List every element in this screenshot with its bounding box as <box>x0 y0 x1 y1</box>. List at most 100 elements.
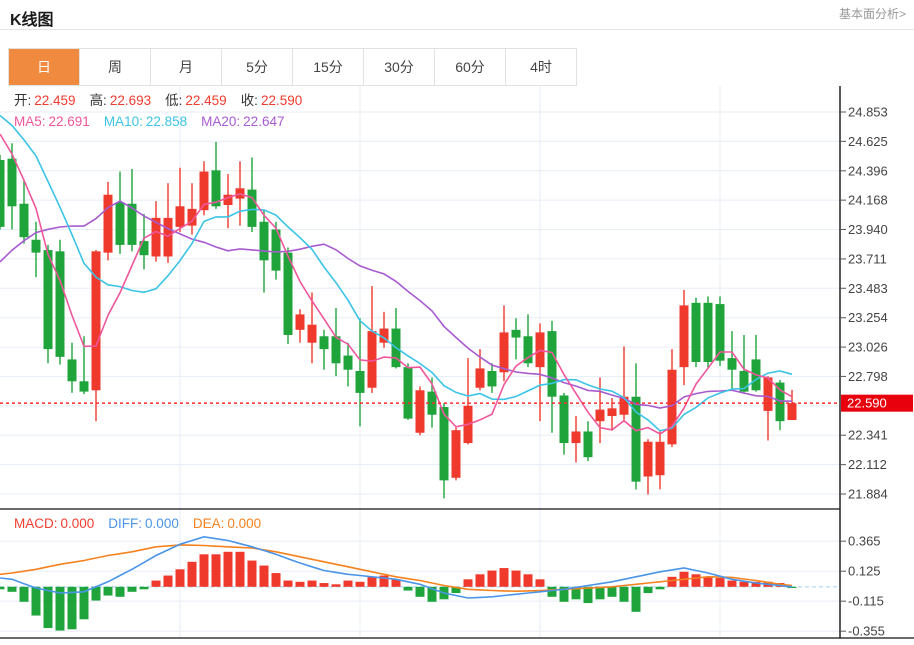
fundamental-analysis-link[interactable]: 基本面分析> <box>839 5 906 22</box>
macd-bar <box>127 586 137 592</box>
candle <box>0 159 5 227</box>
macd-bar <box>295 581 305 587</box>
candle <box>763 377 773 411</box>
tab-30分[interactable]: 30分 <box>364 49 435 85</box>
macd-bar <box>715 578 725 587</box>
price-tick-label: 21.884 <box>848 487 888 502</box>
candle <box>691 302 701 362</box>
macd-bar <box>403 586 413 591</box>
macd-bar <box>607 586 617 597</box>
candle <box>655 441 665 476</box>
macd-bar <box>523 574 533 587</box>
ma-info-row: MA5: 22.691 MA10: 22.858 MA20: 22.647 <box>14 114 284 129</box>
macd-info-row: MACD: 0.000 DIFF: 0.000 DEA: 0.000 <box>14 516 261 531</box>
macd-bar <box>343 580 353 587</box>
tab-日[interactable]: 日 <box>9 49 80 85</box>
macd-bar <box>0 586 5 590</box>
candle <box>163 217 173 257</box>
ohlc-info-row: 开: 22.459 高: 22.693 低: 22.459 收: 22.590 <box>14 92 302 108</box>
macd-bar <box>631 586 641 612</box>
candle <box>787 403 797 421</box>
tab-4时[interactable]: 4时 <box>506 49 576 85</box>
macd-bar <box>175 569 185 587</box>
macd-bar <box>139 586 149 590</box>
title-divider <box>0 29 914 30</box>
candle <box>331 336 341 364</box>
candle <box>631 396 641 482</box>
candle <box>55 251 65 357</box>
tab-月[interactable]: 月 <box>151 49 222 85</box>
candle <box>511 329 521 338</box>
candle <box>595 409 605 422</box>
macd-bar <box>235 551 245 587</box>
price-tick-label: 23.026 <box>848 340 888 355</box>
tab-5分[interactable]: 5分 <box>222 49 293 85</box>
tab-周[interactable]: 周 <box>80 49 151 85</box>
macd-bar <box>667 576 677 587</box>
candle <box>643 441 653 477</box>
macd-bar <box>463 579 473 587</box>
candle <box>43 250 53 350</box>
macd-bar <box>739 581 749 587</box>
macd-bar <box>415 586 425 597</box>
price-tick-label: 22.798 <box>848 369 888 384</box>
macd-bar <box>199 554 209 587</box>
price-tick-label: 22.112 <box>848 457 887 472</box>
candle <box>7 158 17 207</box>
macd-bar <box>283 580 293 587</box>
macd-bar <box>499 568 509 587</box>
candle <box>547 331 557 397</box>
macd-bar <box>307 580 317 587</box>
macd-tick-label: -0.355 <box>848 624 885 639</box>
price-tick-label: 24.853 <box>848 105 888 120</box>
macd-bar <box>643 586 653 594</box>
candle <box>607 408 617 417</box>
macd-bar <box>259 565 269 587</box>
macd-bar <box>487 570 497 587</box>
candle <box>415 390 425 433</box>
candle <box>475 368 485 388</box>
macd-bar <box>367 576 377 587</box>
macd-bar <box>211 554 221 587</box>
candle <box>343 355 353 370</box>
tab-15分[interactable]: 15分 <box>293 49 364 85</box>
tab-60分[interactable]: 60分 <box>435 49 506 85</box>
macd-tick-label: 0.125 <box>848 564 881 579</box>
macd-bar <box>583 586 593 604</box>
candle <box>139 241 149 256</box>
candle <box>775 382 785 422</box>
macd-bar <box>151 580 161 587</box>
candle <box>247 189 257 227</box>
candle <box>499 332 509 373</box>
candle <box>307 324 317 343</box>
candle <box>91 251 101 391</box>
macd-bar <box>703 576 713 587</box>
candle <box>403 367 413 419</box>
macd-tick-label: 0.365 <box>848 534 881 549</box>
candle <box>319 336 329 350</box>
candle <box>679 305 689 368</box>
macd-bar <box>595 586 605 600</box>
price-tick-label: 23.711 <box>848 251 887 266</box>
price-tick-label: 23.254 <box>848 310 888 325</box>
macd-bar <box>103 586 113 596</box>
interval-tab-bar: 日周月 5分 15分 30分 60分 4时 <box>8 48 577 86</box>
macd-bar <box>727 580 737 587</box>
price-tick-label: 22.341 <box>848 428 888 443</box>
macd-bar <box>247 560 257 587</box>
candle <box>727 358 737 370</box>
candle <box>115 202 125 245</box>
candle <box>583 431 593 458</box>
price-tick-label: 23.483 <box>848 281 888 296</box>
macd-bar <box>43 586 53 629</box>
macd-bar <box>31 586 41 616</box>
candle <box>295 314 305 330</box>
candle <box>31 239 41 253</box>
macd-bar <box>655 586 665 590</box>
candle <box>175 206 185 227</box>
macd-bar <box>115 586 125 597</box>
macd-bar <box>547 586 557 597</box>
price-tick-label: 24.168 <box>848 193 888 208</box>
candle <box>283 252 293 335</box>
macd-bar <box>319 583 329 587</box>
